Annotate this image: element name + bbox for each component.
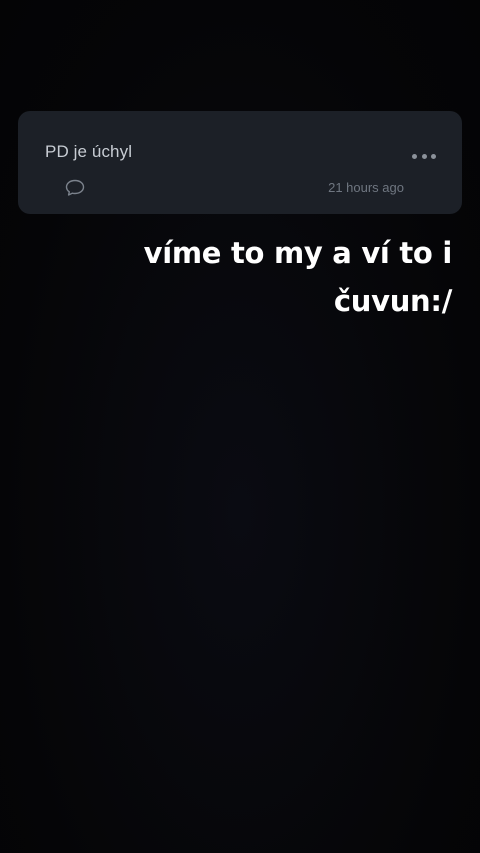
post-text: PD je úchyl bbox=[45, 142, 133, 161]
post-timestamp: 21 hours ago bbox=[328, 180, 404, 195]
caption-line-2: čuvun:/ bbox=[333, 284, 452, 318]
dot-icon bbox=[431, 153, 436, 159]
more-options-icon[interactable] bbox=[412, 149, 436, 163]
dot-icon bbox=[412, 153, 417, 159]
dot-icon bbox=[421, 153, 427, 159]
comment-icon[interactable] bbox=[64, 178, 86, 198]
story-screen: PD je úchyl 21 hours ago víme to my a ví… bbox=[0, 0, 480, 853]
caption-line-1: víme to my a ví to i bbox=[143, 236, 453, 270]
story-caption: víme to my a ví to i čuvun:/ bbox=[112, 229, 453, 325]
post-card[interactable]: PD je úchyl 21 hours ago bbox=[18, 111, 462, 214]
